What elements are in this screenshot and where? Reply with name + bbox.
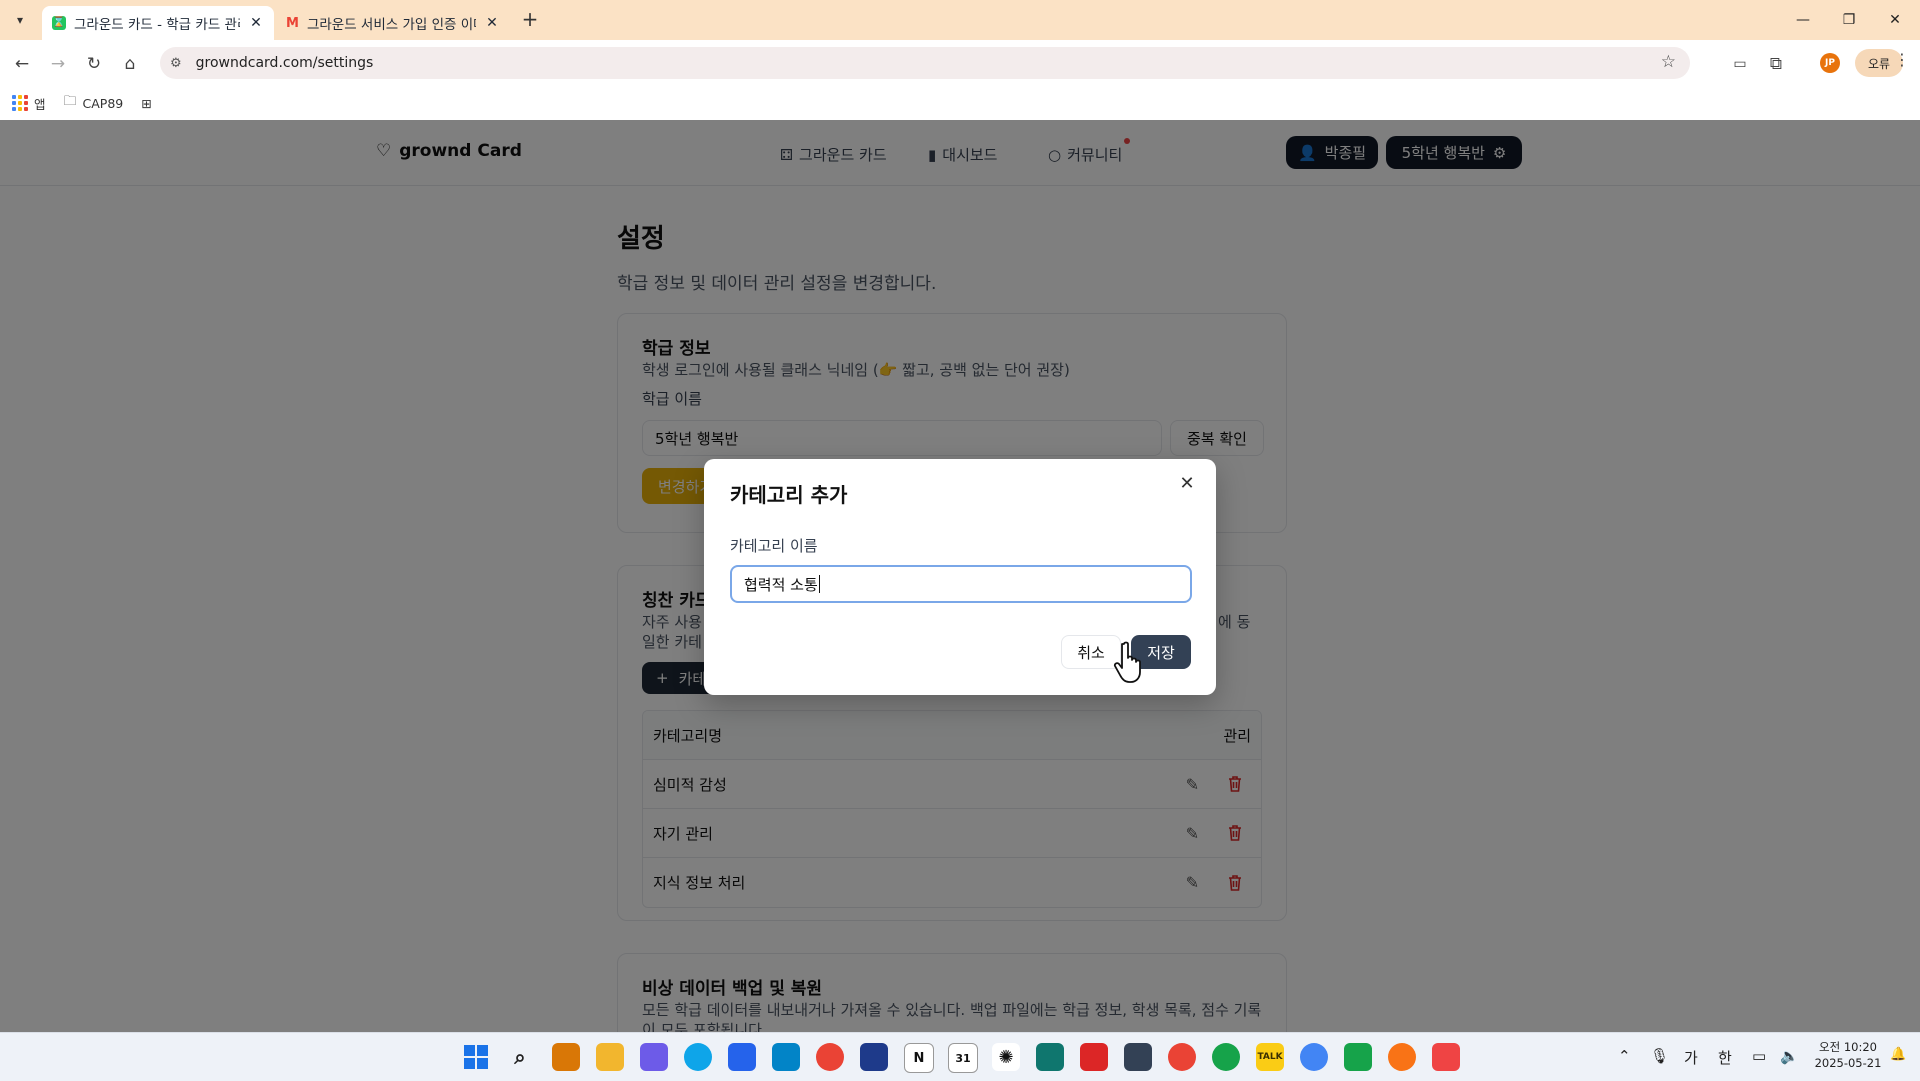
profile-avatar[interactable]: JP xyxy=(1820,53,1840,73)
volume-icon[interactable]: 🔈 xyxy=(1780,1047,1799,1065)
home-icon[interactable]: ⌂ xyxy=(116,50,144,78)
app-icon[interactable] xyxy=(1432,1043,1460,1071)
tray-overflow-chevron-icon[interactable]: ⌃ xyxy=(1618,1047,1631,1065)
clock-date: 2025-05-21 xyxy=(1814,1056,1882,1070)
folder-icon: 🗀 xyxy=(63,94,77,109)
tab-title: 그라운드 카드 - 학급 카드 관리 xyxy=(74,17,240,33)
bookmark-folder-cap89[interactable]: 🗀 CAP89 xyxy=(64,92,124,114)
copilot-icon[interactable] xyxy=(640,1043,668,1071)
microphone-icon[interactable]: 🎙 xyxy=(1650,1047,1669,1065)
chrome-profile-icon[interactable] xyxy=(1168,1043,1196,1071)
notification-bell-icon[interactable]: 🔔 xyxy=(1890,1047,1906,1062)
browser-tabbar: ▾ ⌛ 그라운드 카드 - 학급 카드 관리 ✕ M 그라운드 서비스 가입 인… xyxy=(0,0,1920,40)
kakaotalk-icon[interactable]: TALK xyxy=(1256,1043,1284,1071)
tab-gmail[interactable]: M 그라운드 서비스 가입 인증 이메일 ✕ xyxy=(276,6,510,40)
grownd-favicon-icon: ⌛ xyxy=(52,16,66,30)
bookmark-apps-label: 앱 xyxy=(34,96,46,112)
tab-groups-icon[interactable]: ⊞ xyxy=(141,96,151,111)
hand-pointer-cursor-icon xyxy=(1113,641,1141,683)
tab-close-icon[interactable]: ✕ xyxy=(248,15,264,31)
app-icon[interactable] xyxy=(1036,1043,1064,1071)
minimize-icon[interactable]: — xyxy=(1780,4,1826,36)
widgets-icon[interactable] xyxy=(552,1043,580,1071)
apps-grid-icon xyxy=(12,95,28,111)
reload-icon[interactable]: ↻ xyxy=(80,50,108,78)
text-caret xyxy=(818,575,820,593)
start-windows-icon[interactable] xyxy=(462,1043,490,1071)
extensions-puzzle-icon[interactable]: ⧉ xyxy=(1762,50,1790,78)
close-icon[interactable]: ✕ xyxy=(1176,473,1198,495)
chrome-active-icon[interactable] xyxy=(1388,1043,1416,1071)
category-name-label: 카테고리 이름 xyxy=(730,537,818,555)
search-icon[interactable]: ⌕ xyxy=(506,1043,534,1071)
tab-title: 그라운드 서비스 가입 인증 이메일 xyxy=(306,17,476,33)
chatgpt-icon[interactable]: ✺ xyxy=(992,1043,1020,1071)
site-settings-icon[interactable]: ⚙ xyxy=(170,56,182,71)
back-arrow-icon[interactable]: ← xyxy=(8,50,36,78)
tab-close-icon[interactable]: ✕ xyxy=(484,15,500,31)
forward-arrow-icon[interactable]: → xyxy=(44,50,72,78)
category-name-value: 협력적 소통 xyxy=(744,575,818,594)
restore-icon[interactable]: ❐ xyxy=(1826,4,1872,36)
category-name-input[interactable]: 협력적 소통 xyxy=(730,565,1192,603)
clock-time: 오전 10:20 xyxy=(1819,1040,1877,1054)
cast-icon[interactable]: ▭ xyxy=(1726,50,1754,78)
window-close-icon[interactable]: ✕ xyxy=(1872,4,1918,36)
url-text: growndcard.com/settings xyxy=(195,55,374,71)
app-icon[interactable] xyxy=(1080,1043,1108,1071)
app-icon[interactable] xyxy=(772,1043,800,1071)
app-icon[interactable] xyxy=(1124,1043,1152,1071)
app-icon[interactable] xyxy=(860,1043,888,1071)
bookmark-folder-label: CAP89 xyxy=(82,95,124,111)
file-explorer-icon[interactable] xyxy=(596,1043,624,1071)
notion-icon[interactable]: N xyxy=(904,1043,934,1073)
windows-taskbar: ⌕ N 31 ✺ TALK ⌃ 🎙 가 한 ▭ 🔈 오전 10:20 2025-… xyxy=(0,1032,1920,1081)
address-bar[interactable]: ⚙ growndcard.com/settings ☆ xyxy=(160,47,1690,79)
chrome-profile-icon[interactable] xyxy=(1212,1043,1240,1071)
taskbar-clock[interactable]: 오전 10:20 2025-05-21 xyxy=(1812,1039,1884,1071)
store-icon[interactable] xyxy=(728,1043,756,1071)
bookmark-apps[interactable]: 앱 xyxy=(12,94,46,113)
bookmarks-bar: 앱 🗀 CAP89 ⊞ xyxy=(0,86,1920,120)
ime-mode[interactable]: 가 xyxy=(1684,1047,1698,1068)
chrome-icon[interactable] xyxy=(816,1043,844,1071)
app-icon[interactable] xyxy=(1344,1043,1372,1071)
new-tab-plus-icon[interactable]: + xyxy=(518,8,542,32)
tab-search-menu-icon[interactable]: ▾ xyxy=(8,8,32,32)
bookmark-star-icon[interactable]: ☆ xyxy=(1661,52,1676,72)
edge-browser-icon[interactable] xyxy=(684,1043,712,1071)
browser-menu-icon[interactable]: ⋮ xyxy=(1894,50,1910,76)
cancel-button[interactable]: 취소 xyxy=(1061,635,1121,669)
calendar-icon[interactable]: 31 xyxy=(948,1043,978,1073)
ime-language[interactable]: 한 xyxy=(1718,1047,1732,1068)
chrome-profile-icon[interactable] xyxy=(1300,1043,1328,1071)
tab-grownd-card[interactable]: ⌛ 그라운드 카드 - 학급 카드 관리 ✕ xyxy=(42,6,274,40)
modal-title: 카테고리 추가 xyxy=(730,483,848,507)
gmail-favicon-icon: M xyxy=(286,15,299,31)
network-icon[interactable]: ▭ xyxy=(1752,1047,1766,1065)
